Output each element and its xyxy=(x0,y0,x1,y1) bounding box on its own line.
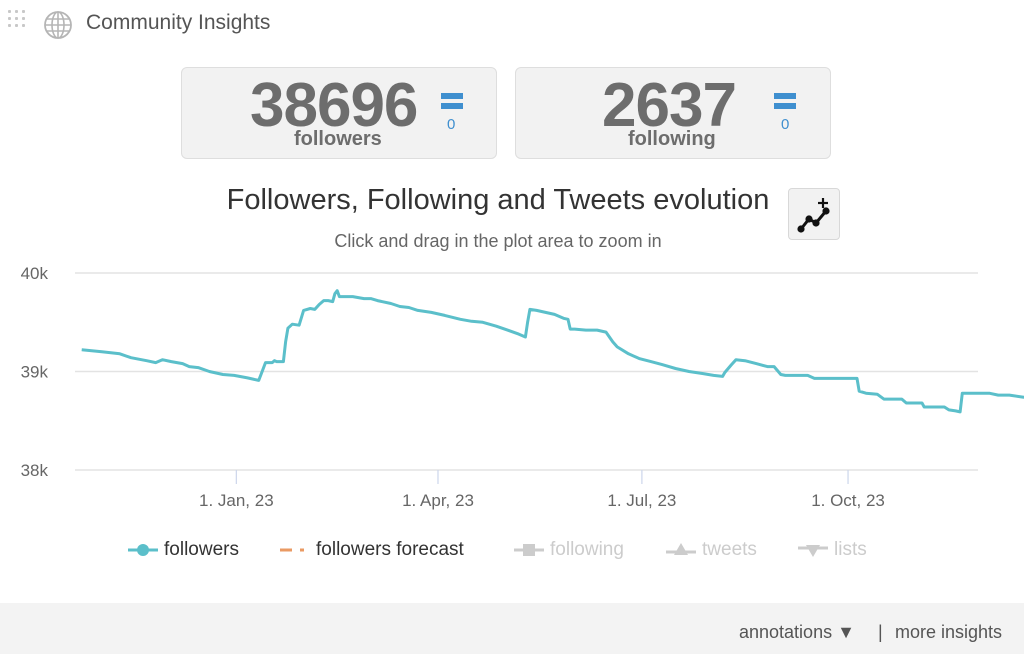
legend-item-followers-forecast[interactable]: followers forecast xyxy=(278,538,464,562)
legend-label: tweets xyxy=(702,539,757,560)
more-insights-link[interactable]: more insights xyxy=(895,622,1002,643)
followers-stat-card: 38696 followers 0 xyxy=(181,67,497,159)
triangle-marker-icon xyxy=(664,540,698,560)
legend-item-tweets[interactable]: tweets xyxy=(664,538,757,562)
following-delta: 0 xyxy=(781,116,790,133)
widget-footer: annotations ▼ | more insights xyxy=(0,603,1024,654)
line-chart-add-icon xyxy=(797,198,830,233)
chart-title: Followers, Following and Tweets evolutio… xyxy=(226,184,770,216)
following-label: following xyxy=(628,128,716,150)
y-tick-label: 38k xyxy=(21,461,49,480)
drag-handle-icon[interactable] xyxy=(8,10,32,34)
legend-label: following xyxy=(550,539,624,560)
dash-marker-icon xyxy=(278,540,312,560)
circle-marker-icon xyxy=(126,540,160,560)
widget-title: Community Insights xyxy=(86,11,271,34)
footer-separator: | xyxy=(878,622,883,642)
legend-label: lists xyxy=(834,539,867,560)
legend-item-following[interactable]: following xyxy=(512,538,624,562)
x-tick-label: 1. Jul, 23 xyxy=(607,491,676,510)
triangle-down-marker-icon xyxy=(796,540,830,560)
followers-delta: 0 xyxy=(447,116,456,133)
series-line-followers xyxy=(81,289,1024,414)
legend-item-lists[interactable]: lists xyxy=(796,538,867,562)
chart-plot-area[interactable]: 1. Jan, 23 1. Apr, 23 1. Jul, 23 1. Oct, 23… xyxy=(0,255,1024,525)
y-tick-label: 40k xyxy=(21,264,49,283)
x-tick-label: 1. Oct, 23 xyxy=(811,491,885,510)
globe-icon xyxy=(44,11,72,39)
square-marker-icon xyxy=(512,540,546,560)
equal-icon xyxy=(441,93,463,109)
x-tick-label: 1. Jan, 23 xyxy=(199,491,274,510)
widget-header: Community Insights xyxy=(0,0,1024,48)
followers-label: followers xyxy=(294,128,382,150)
y-axis: 38k 39k 40k xyxy=(21,264,49,480)
y-tick-label: 39k xyxy=(21,363,49,382)
chart-legend: followers followers forecast following t… xyxy=(0,538,1024,564)
chart-zoom-button[interactable] xyxy=(788,188,840,240)
legend-item-followers[interactable]: followers xyxy=(126,538,239,562)
chart-subtitle: Click and drag in the plot area to zoom … xyxy=(334,231,662,251)
legend-label: followers forecast xyxy=(316,539,464,560)
x-tick-label: 1. Apr, 23 xyxy=(402,491,474,510)
legend-label: followers xyxy=(164,539,239,560)
equal-icon xyxy=(774,93,796,109)
x-axis: 1. Jan, 23 1. Apr, 23 1. Jul, 23 1. Oct, 23 xyxy=(199,470,885,510)
series-layer xyxy=(81,289,1024,414)
following-stat-card: 2637 following 0 xyxy=(515,67,831,159)
annotations-dropdown[interactable]: annotations ▼ xyxy=(739,622,855,643)
